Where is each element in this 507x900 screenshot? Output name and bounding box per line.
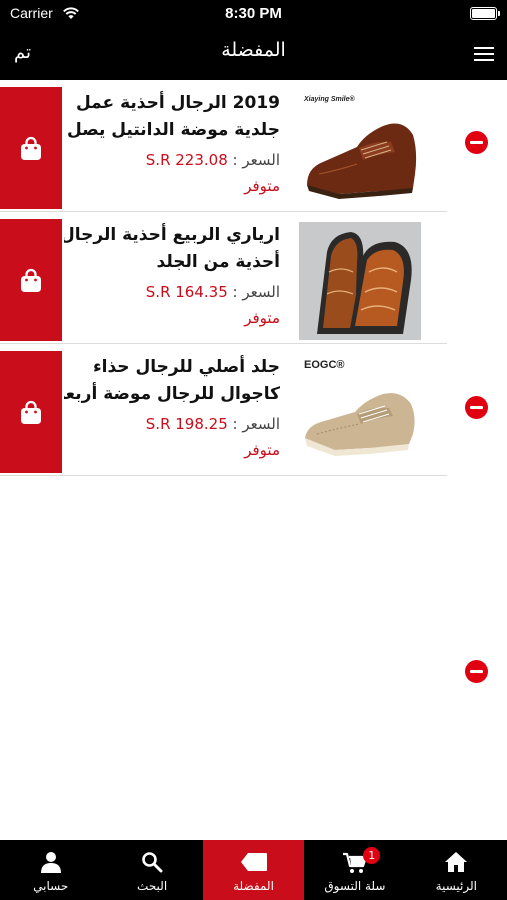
product-image[interactable]: EOGC®: [299, 354, 421, 472]
hamburger-menu-icon[interactable]: [474, 47, 494, 63]
title-line: جلدية موضة الدانتيل يصل: [67, 120, 280, 140]
tab-label: الرئيسية: [435, 879, 477, 893]
add-to-cart-button[interactable]: [0, 351, 62, 473]
tab-cart[interactable]: 1 سلة التسوق: [304, 840, 405, 900]
list-item: جلد أصلي للرجال حذاء كاجوال للرجال موضة …: [0, 344, 507, 683]
shopping-bag-icon: [21, 136, 41, 160]
tab-account[interactable]: حسابي: [0, 840, 101, 900]
tab-label: البحث: [137, 879, 168, 893]
price-line: السعر : S.R 164.35: [64, 283, 280, 301]
price-line: السعر : S.R 198.25: [64, 415, 280, 433]
stock-status: متوفر: [244, 441, 280, 459]
stock-status: متوفر: [244, 309, 280, 327]
item-info: 2019 الرجال أحذية عمل جلدية موضة الدانتي…: [64, 90, 280, 195]
product-title[interactable]: جلد أصلي للرجال حذاء كاجوال للرجال موضة …: [64, 354, 280, 408]
price-label: السعر :: [232, 151, 280, 169]
shopping-bag-icon: [21, 400, 41, 424]
price-value: S.R 164.35: [145, 283, 228, 301]
remove-favorite-button[interactable]: [465, 660, 488, 683]
add-to-cart-button[interactable]: [0, 219, 62, 341]
list-item: 2019 الرجال أحذية عمل جلدية موضة الدانتي…: [0, 80, 507, 212]
tab-bar: حسابي البحث المفضلة 1 سلة التسوق الرئيسي…: [0, 840, 507, 900]
add-to-cart-button[interactable]: [0, 87, 62, 209]
page-title: المفضلة: [221, 39, 286, 61]
favorites-tag-icon: [240, 851, 268, 877]
person-icon: [40, 851, 62, 877]
favorites-list: 2019 الرجال أحذية عمل جلدية موضة الدانتي…: [0, 80, 507, 683]
tab-search[interactable]: البحث: [101, 840, 202, 900]
tab-label: حسابي: [33, 879, 69, 893]
image-brand-text: EOGC®: [304, 359, 345, 371]
product-title[interactable]: ارياري الربيع أحذية الرجال أحذية من الجل…: [64, 222, 280, 276]
cart-count-badge: 1: [363, 847, 381, 864]
battery-icon: [470, 7, 500, 20]
remove-favorite-button[interactable]: [465, 131, 488, 154]
tab-favorites[interactable]: المفضلة: [202, 840, 305, 900]
image-brand-text: Xiaying Smile®: [303, 95, 356, 103]
price-value: S.R 198.25: [145, 415, 228, 433]
clock: 8:30 PM: [225, 5, 282, 22]
title-line: جلد أصلي للرجال حذاء: [92, 357, 280, 377]
title-line: ارياري الربيع أحذية الرجال: [64, 225, 280, 245]
home-icon: [444, 851, 468, 877]
search-icon: [141, 851, 163, 877]
product-image[interactable]: Xiaying Smile®: [299, 90, 421, 208]
item-info: جلد أصلي للرجال حذاء كاجوال للرجال موضة …: [64, 354, 280, 459]
divider: [0, 475, 447, 476]
list-item: ارياري الربيع أحذية الرجال أحذية من الجل…: [0, 212, 507, 419]
tab-label: سلة التسوق: [324, 879, 386, 893]
shopping-bag-icon: [21, 268, 41, 292]
price-label: السعر :: [232, 283, 280, 301]
title-line: 2019 الرجال أحذية عمل: [75, 93, 280, 113]
title-line: أحذية من الجلد: [156, 252, 280, 272]
price-value: S.R 223.08: [145, 151, 228, 169]
navigation-bar: تم المفضلة: [0, 28, 507, 80]
item-info: ارياري الربيع أحذية الرجال أحذية من الجل…: [64, 222, 280, 327]
stock-status: متوفر: [244, 177, 280, 195]
title-line: كاجوال للرجال موضة أربعة: [64, 384, 280, 404]
price-line: السعر : S.R 223.08: [64, 151, 280, 169]
tab-label: المفضلة: [233, 879, 274, 893]
tab-home[interactable]: الرئيسية: [406, 840, 507, 900]
product-title[interactable]: 2019 الرجال أحذية عمل جلدية موضة الدانتي…: [64, 90, 280, 144]
status-bar: Carrier 8:30 PM: [0, 0, 507, 28]
product-image[interactable]: [299, 222, 421, 340]
favorites-screen: Carrier 8:30 PM تم المفضلة 2019 الرجال أ…: [0, 0, 507, 900]
price-label: السعر :: [232, 415, 280, 433]
